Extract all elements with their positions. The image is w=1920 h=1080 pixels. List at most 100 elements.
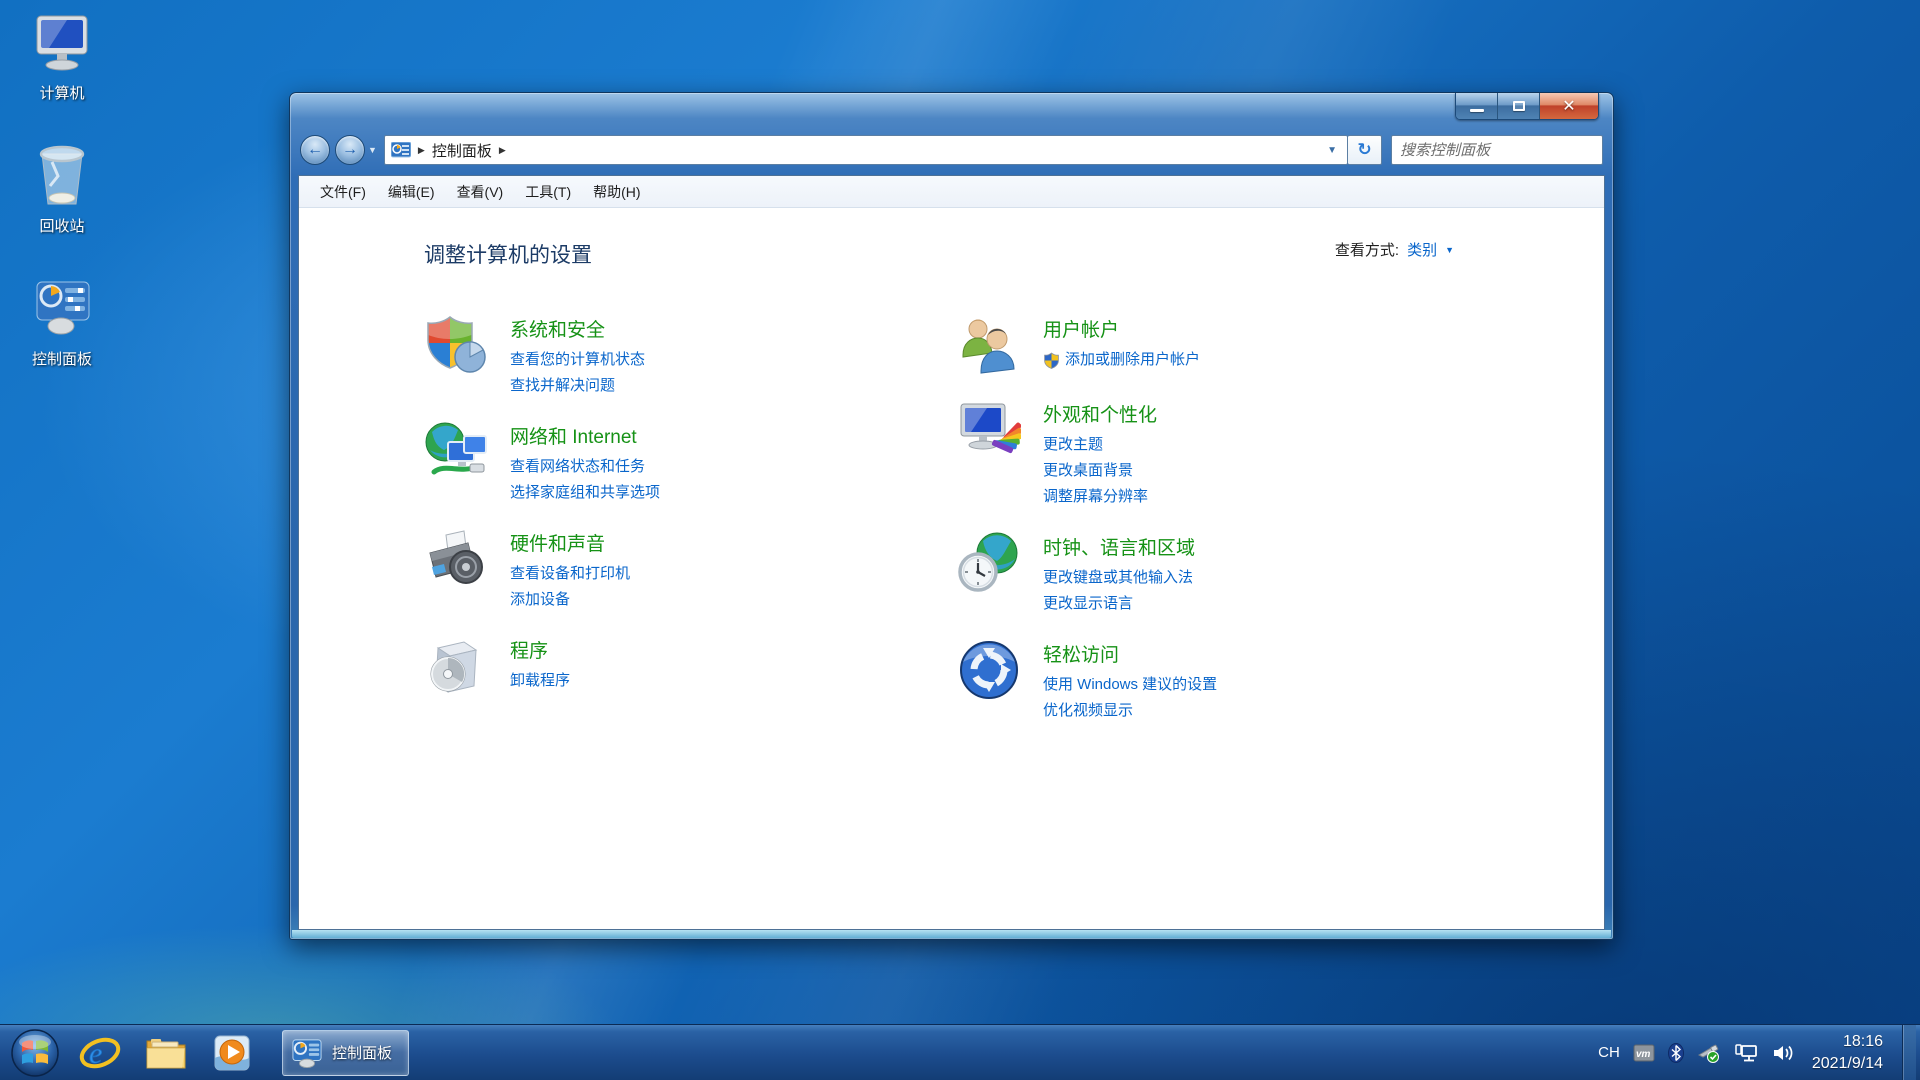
ease-of-access-icon[interactable]	[957, 638, 1021, 702]
start-orb-icon	[11, 1028, 59, 1077]
category-task-link[interactable]: 使用 Windows 建议的设置	[1043, 672, 1217, 698]
desktop-icon-computer[interactable]: 计算机	[10, 8, 114, 103]
forward-button[interactable]: →	[335, 135, 365, 165]
view-by-dropdown-icon[interactable]: ▼	[1445, 245, 1454, 255]
category-title-link[interactable]: 时钟、语言和区域	[1043, 533, 1195, 560]
window-client-area: 文件(F) 编辑(E) 查看(V) 工具(T) 帮助(H) 调整计算机的设置 查…	[298, 175, 1605, 930]
category-title-link[interactable]: 外观和个性化	[1043, 400, 1157, 427]
desktop-icon-label: 回收站	[39, 218, 85, 235]
category-task-link[interactable]: 查看您的计算机状态	[510, 347, 645, 373]
category-system-security: 系统和安全 查看您的计算机状态 查找并解决问题	[424, 313, 944, 399]
network-internet-icon[interactable]	[424, 420, 488, 484]
language-indicator[interactable]: CH	[1598, 1044, 1620, 1061]
menu-tools[interactable]: 工具(T)	[514, 177, 582, 207]
refresh-icon: ↻	[1357, 140, 1372, 159]
category-task-link[interactable]: 添加设备	[510, 587, 630, 613]
menu-file[interactable]: 文件(F)	[309, 177, 377, 207]
desktop-icon-list: 计算机 回收站 控制面板	[10, 8, 120, 407]
svg-text:e: e	[89, 1037, 102, 1070]
category-task-link-label: 添加或删除用户帐户	[1065, 351, 1201, 368]
navigation-bar: ← → ▼ ▶ 控制面板 ▶ ▼ ↻	[290, 131, 1613, 175]
window-titlebar[interactable]: ✕	[290, 93, 1613, 131]
category-task-link[interactable]: 更改主题	[1043, 432, 1157, 458]
desktop-icon-control-panel[interactable]: 控制面板	[10, 274, 114, 369]
appearance-personalization-icon[interactable]	[957, 398, 1023, 462]
desktop-icon-label: 控制面板	[31, 351, 92, 368]
category-title-link[interactable]: 程序	[510, 636, 570, 663]
volume-icon[interactable]	[1771, 1043, 1795, 1063]
uac-shield-icon	[1044, 352, 1059, 369]
control-panel-icon	[292, 1038, 322, 1068]
category-task-link[interactable]: 选择家庭组和共享选项	[510, 480, 660, 506]
category-task-link[interactable]: 查看设备和打印机	[510, 561, 630, 587]
recycle-bin-icon	[27, 141, 97, 211]
category-title-link[interactable]: 系统和安全	[510, 315, 645, 342]
category-task-link[interactable]: 卸载程序	[510, 668, 570, 694]
taskbar: e 控制面板 CH vm 18:16 2021/9/14	[0, 1024, 1920, 1080]
maximize-icon	[1512, 101, 1525, 111]
breadcrumb-arrow-icon[interactable]: ▶	[418, 145, 425, 156]
category-task-link[interactable]: 更改键盘或其他输入法	[1043, 565, 1195, 591]
category-column-right: 用户帐户 添加或删除用户帐户 外观和个性化 更改主题 更改桌面背景 调整屏幕分辨…	[957, 313, 1477, 745]
back-button[interactable]: ←	[300, 135, 330, 165]
user-accounts-icon[interactable]	[957, 313, 1021, 377]
menu-help[interactable]: 帮助(H)	[582, 177, 651, 207]
desktop-icon-recycle-bin[interactable]: 回收站	[10, 141, 114, 236]
recent-pages-chevron-icon[interactable]: ▼	[368, 145, 377, 155]
close-button[interactable]: ✕	[1540, 93, 1598, 119]
view-by-value-link[interactable]: 类别	[1407, 239, 1437, 260]
clock-language-region-icon[interactable]	[957, 531, 1021, 595]
control-panel-home: 调整计算机的设置 查看方式: 类别 ▼ 系统和安全 查看您的计算机状态 查找并解…	[299, 209, 1604, 929]
bluetooth-icon[interactable]	[1667, 1042, 1684, 1063]
programs-icon[interactable]	[424, 634, 488, 698]
usb-safely-remove-icon[interactable]	[1697, 1043, 1721, 1063]
category-task-link[interactable]: 查看网络状态和任务	[510, 454, 660, 480]
media-player-icon	[214, 1035, 250, 1070]
category-title-link[interactable]: 硬件和声音	[510, 529, 630, 556]
category-task-link[interactable]: 优化视频显示	[1043, 698, 1217, 724]
svg-text:vm: vm	[1636, 1049, 1651, 1060]
page-title: 调整计算机的设置	[424, 244, 592, 267]
computer-icon	[27, 8, 97, 78]
minimize-button[interactable]	[1456, 93, 1498, 119]
refresh-button[interactable]: ↻	[1348, 135, 1382, 165]
breadcrumb-arrow-icon[interactable]: ▶	[499, 145, 506, 156]
start-button[interactable]	[10, 1028, 60, 1078]
minimize-icon	[1469, 108, 1484, 112]
category-network-internet: 网络和 Internet 查看网络状态和任务 选择家庭组和共享选项	[424, 420, 944, 506]
category-title-link[interactable]: 轻松访问	[1043, 640, 1217, 667]
menu-bar: 文件(F) 编辑(E) 查看(V) 工具(T) 帮助(H)	[299, 176, 1604, 208]
maximize-button[interactable]	[1498, 93, 1540, 119]
category-task-link[interactable]: 更改桌面背景	[1043, 458, 1157, 484]
vmware-icon[interactable]: vm	[1633, 1044, 1655, 1062]
category-task-link-uac[interactable]: 添加或删除用户帐户	[1043, 347, 1200, 373]
search-box[interactable]	[1391, 135, 1603, 165]
category-title-link[interactable]: 网络和 Internet	[510, 422, 660, 449]
menu-edit[interactable]: 编辑(E)	[377, 177, 446, 207]
taskbar-media-player-button[interactable]	[206, 1029, 258, 1077]
search-input[interactable]	[1400, 141, 1601, 159]
category-task-link[interactable]: 查找并解决问题	[510, 373, 645, 399]
security-shield-icon[interactable]	[424, 313, 488, 377]
category-user-accounts: 用户帐户 添加或删除用户帐户	[957, 313, 1477, 377]
show-desktop-button[interactable]	[1902, 1025, 1916, 1080]
taskbar-explorer-button[interactable]	[140, 1029, 192, 1077]
category-task-link[interactable]: 更改显示语言	[1043, 591, 1195, 617]
desktop-icon-label: 计算机	[39, 85, 85, 102]
category-task-link[interactable]: 调整屏幕分辨率	[1043, 484, 1157, 510]
menu-view[interactable]: 查看(V)	[446, 177, 515, 207]
clock[interactable]: 18:16 2021/9/14	[1812, 1031, 1883, 1074]
address-dropdown-icon[interactable]: ▼	[1323, 145, 1341, 156]
view-by-control: 查看方式: 类别 ▼	[1335, 239, 1454, 260]
category-clock-language-region: 时钟、语言和区域 更改键盘或其他输入法 更改显示语言	[957, 531, 1477, 617]
back-arrow-icon: ←	[307, 141, 323, 158]
address-bar[interactable]: ▶ 控制面板 ▶ ▼	[383, 135, 1348, 165]
taskbar-active-task-control-panel[interactable]: 控制面板	[282, 1029, 410, 1076]
taskbar-internet-explorer-button[interactable]: e	[74, 1029, 126, 1077]
breadcrumb-control-panel[interactable]: 控制面板	[432, 140, 492, 161]
category-programs: 程序 卸载程序	[424, 634, 944, 698]
category-title-link[interactable]: 用户帐户	[1043, 315, 1200, 342]
hardware-sound-icon[interactable]	[424, 527, 488, 591]
network-icon[interactable]	[1734, 1043, 1758, 1063]
control-panel-window: ✕ ← → ▼ ▶ 控制面板 ▶ ▼ ↻ 搜索控制面板 文件(F) 编辑(E) …	[289, 92, 1614, 940]
